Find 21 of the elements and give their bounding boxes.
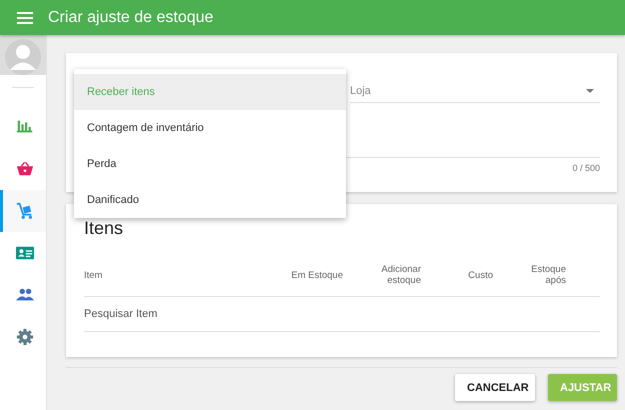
app-title: Criar ajuste de estoque xyxy=(48,8,214,26)
dropdown-caret-icon xyxy=(586,88,594,92)
menu-item[interactable]: Perda xyxy=(74,146,346,182)
menu-item[interactable]: Danificado xyxy=(74,182,346,218)
column-header: Item xyxy=(84,270,102,280)
menu-item[interactable]: Contagem de inventário xyxy=(74,110,346,146)
store-select[interactable]: Loja xyxy=(350,79,600,103)
menu-icon[interactable] xyxy=(17,12,33,24)
settings-icon xyxy=(16,328,34,346)
column-header: Em Estoque xyxy=(291,270,343,280)
character-counter: 0 / 500 xyxy=(572,163,600,173)
cancel-button[interactable]: CANCELAR xyxy=(455,374,535,401)
nav-item[interactable] xyxy=(0,190,46,232)
cart-icon xyxy=(16,202,34,220)
column-header: Adicionar estoque xyxy=(380,264,421,286)
id-card-icon xyxy=(16,244,34,262)
search-field[interactable]: Pesquisar Item xyxy=(84,297,600,331)
column-header: Custo xyxy=(468,270,493,280)
basket-icon xyxy=(16,160,34,178)
column-header: Estoque após xyxy=(530,264,566,286)
section-title: Itens xyxy=(84,218,124,239)
